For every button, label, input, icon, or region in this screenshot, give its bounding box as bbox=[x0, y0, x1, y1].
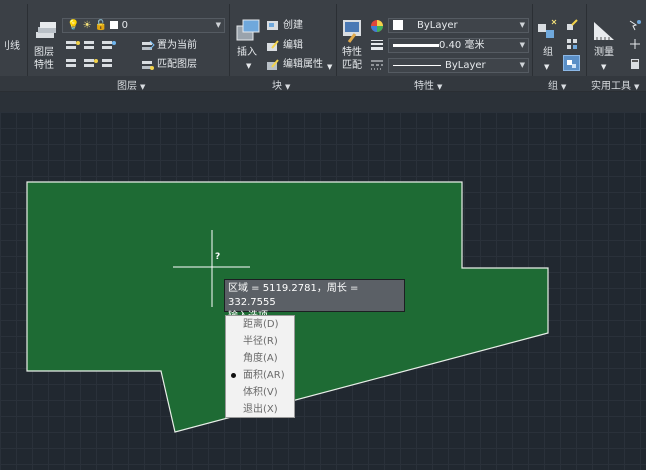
cursor-help-mark: ? bbox=[215, 252, 221, 262]
menu-item-volume[interactable]: 体积(V) bbox=[226, 384, 294, 401]
menu-item-area[interactable]: 面积(AR) bbox=[226, 367, 294, 384]
selected-bullet-icon bbox=[231, 373, 236, 378]
measure-tooltip: 区域 = 5119.2781，周长 = 332.7555 输入选项 bbox=[224, 279, 405, 322]
menu-item-radius[interactable]: 半径(R) bbox=[226, 333, 294, 350]
measure-result-text: 区域 = 5119.2781，周长 = 332.7555 bbox=[228, 283, 359, 308]
menu-item-angle[interactable]: 角度(A) bbox=[226, 350, 294, 367]
drawing-overlay bbox=[26, 181, 549, 433]
menu-item-distance[interactable]: 距离(D) bbox=[226, 316, 294, 333]
menu-item-exit[interactable]: 退出(X) bbox=[226, 401, 294, 418]
measure-options-menu: 距离(D) 半径(R) 角度(A) 面积(AR) 体积(V) 退出(X) bbox=[225, 315, 295, 418]
